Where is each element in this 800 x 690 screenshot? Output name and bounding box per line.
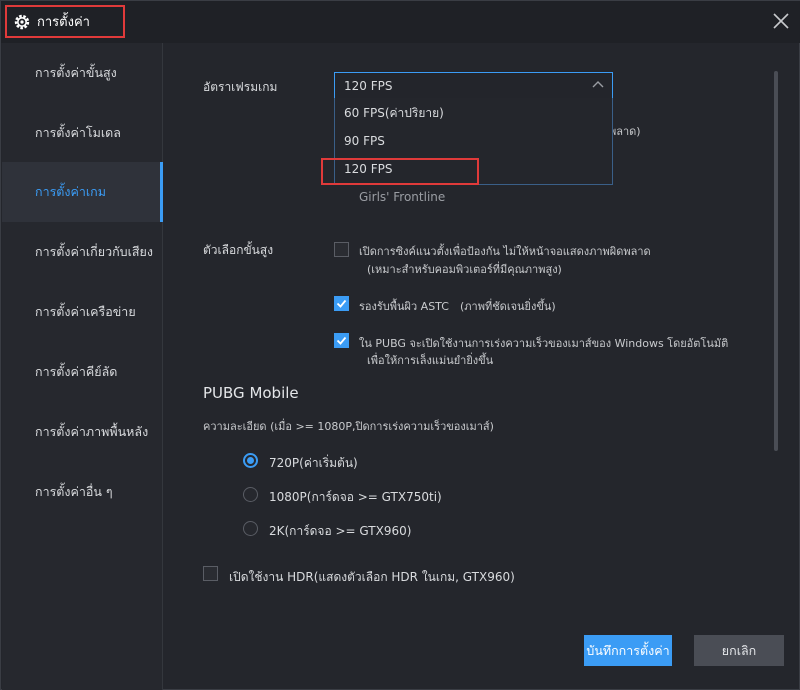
- resolution-2k-radio[interactable]: [243, 521, 258, 536]
- close-icon[interactable]: [771, 11, 791, 31]
- sidebar-item-audio[interactable]: การตั้งค่าเกี่ยวกับเสียง: [2, 222, 163, 282]
- advanced-label: ตัวเลือกขั้นสูง: [203, 243, 274, 257]
- framerate-option-90[interactable]: 90 FPS: [335, 127, 612, 155]
- highlight-box: [321, 158, 479, 185]
- sidebar-item-label: การตั้งค่าเกี่ยวกับเสียง: [35, 244, 153, 259]
- supported-game-text: Girls' Frontline: [359, 190, 446, 204]
- hdr-label: เปิดใช้งาน HDR(แสดงตัวเลือก HDR ในเกม, G…: [229, 570, 515, 584]
- astc-note: (ภาพที่ชัดเจนยิ่งขึ้น): [460, 300, 556, 313]
- resolution-720p-radio[interactable]: [243, 453, 258, 468]
- sidebar-item-network[interactable]: การตั้งค่าเครือข่าย: [2, 282, 163, 342]
- resolution-720p-label: 720P(ค่าเริ่มต้น): [269, 456, 358, 470]
- pubg-mouse-subtext: เพื่อให้การเล็งแม่นยำยิ่งขึ้น: [367, 354, 494, 367]
- anti-tearing-text: เปิดการซิงค์แนวตั้งเพื่อป้องกัน ไม่ให้หน…: [359, 245, 651, 258]
- astc-text: รองรับพื้นผิว ASTC: [359, 300, 449, 313]
- option-label: 90 FPS: [344, 134, 385, 148]
- check-icon: [336, 336, 347, 345]
- sidebar-item-label: การตั้งค่าคีย์ลัด: [35, 364, 118, 379]
- cancel-button[interactable]: ยกเลิก: [694, 635, 784, 666]
- sidebar-item-label: การตั้งค่าเครือข่าย: [35, 304, 136, 319]
- sidebar-item-background[interactable]: การตั้งค่าภาพพื้นหลัง: [2, 402, 163, 462]
- gear-icon: [13, 13, 31, 31]
- resolution-2k-label: 2K(การ์ดจอ >= GTX960): [269, 524, 412, 538]
- hdr-checkbox[interactable]: [203, 566, 218, 581]
- pubg-mouse-checkbox[interactable]: [334, 333, 349, 348]
- anti-tearing-subtext: (เหมาะสำหรับคอมพิวเตอร์ที่มีคุณภาพสูง): [367, 263, 562, 276]
- save-button[interactable]: บันทึกการตั้งค่า: [584, 635, 672, 666]
- settings-window: การตั้งค่า การตั้งค่าขั้นสูง การตั้งค่าโ…: [0, 0, 800, 690]
- sidebar-item-label: การตั้งค่าโมเดล: [35, 125, 121, 140]
- sidebar-item-shortcuts[interactable]: การตั้งค่าคีย์ลัด: [2, 342, 163, 402]
- settings-sidebar: การตั้งค่าขั้นสูง การตั้งค่าโมเดล การตั้…: [2, 43, 163, 690]
- check-icon: [336, 299, 347, 308]
- sidebar-item-label: การตั้งค่าภาพพื้นหลัง: [35, 424, 149, 439]
- option-label: 60 FPS(ค่าปริยาย): [344, 105, 444, 120]
- astc-checkbox[interactable]: [334, 296, 349, 311]
- resolution-1080p-radio[interactable]: [243, 487, 258, 502]
- anti-tearing-checkbox[interactable]: [334, 242, 349, 257]
- title-bar: การตั้งค่า: [1, 1, 800, 43]
- pubg-mouse-text: ใน PUBG จะเปิดใช้งานการเร่งความเร็วของเม…: [359, 337, 729, 350]
- resolution-label: ความละเอียด (เมื่อ >= 1080P,ปิดการเร่งคว…: [203, 420, 494, 433]
- pubg-section-title: PUBG Mobile: [203, 384, 299, 402]
- framerate-label: อัตราเฟรมเกม: [203, 80, 278, 94]
- sidebar-item-label: การตั้งค่าอื่น ๆ: [35, 484, 113, 499]
- sidebar-item-other[interactable]: การตั้งค่าอื่น ๆ: [2, 462, 163, 522]
- window-title: การตั้งค่า: [37, 15, 90, 30]
- resolution-1080p-label: 1080P(การ์ดจอ >= GTX750ti): [269, 490, 442, 504]
- framerate-selected-value: 120 FPS: [344, 78, 393, 93]
- sidebar-item-label: การตั้งค่าขั้นสูง: [35, 65, 117, 80]
- content-scrollbar[interactable]: [774, 71, 778, 451]
- chevron-up-icon: [592, 79, 604, 94]
- sidebar-item-label: การตั้งค่าเกม: [35, 184, 106, 199]
- sidebar-item-model[interactable]: การตั้งค่าโมเดล: [2, 103, 163, 163]
- framerate-hidden-text: พลาด): [609, 125, 641, 138]
- framerate-option-60[interactable]: 60 FPS(ค่าปริยาย): [335, 99, 612, 127]
- window-title-box: การตั้งค่า: [5, 5, 125, 38]
- sidebar-item-advanced[interactable]: การตั้งค่าขั้นสูง: [2, 43, 163, 103]
- framerate-select[interactable]: 120 FPS: [334, 72, 613, 99]
- sidebar-item-game[interactable]: การตั้งค่าเกม: [2, 162, 163, 222]
